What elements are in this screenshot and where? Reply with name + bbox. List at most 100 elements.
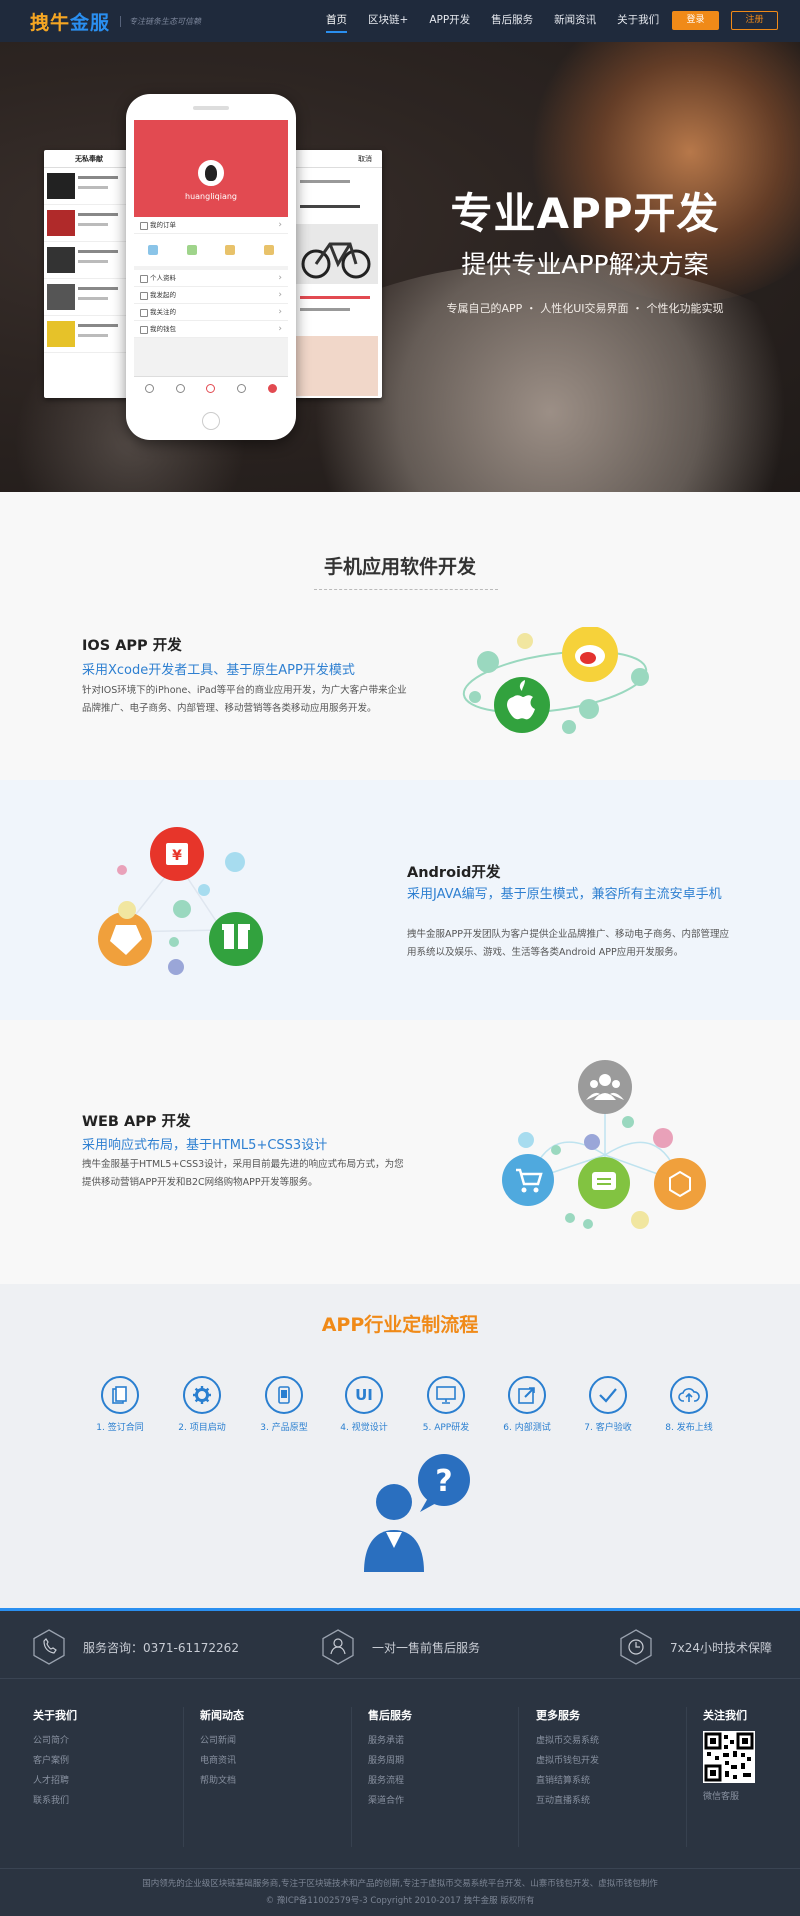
list-item bbox=[44, 168, 134, 205]
process-step: 2. 项目启动 bbox=[162, 1376, 242, 1433]
contract-icon bbox=[101, 1376, 139, 1414]
phone-tabbar bbox=[134, 376, 288, 400]
web-subtitle: 采用响应式布局，基于HTML5+CSS3设计 bbox=[82, 1138, 328, 1153]
footer-link[interactable]: 帮助文档 bbox=[200, 1771, 244, 1791]
footer-col-title: 新闻动态 bbox=[200, 1709, 244, 1722]
web-section: WEB APP 开发 采用响应式布局，基于HTML5+CSS3设计 拽牛金服基于… bbox=[0, 1020, 800, 1284]
android-title: Android开发 bbox=[407, 865, 501, 881]
footer-col-news: 新闻动态 公司新闻 电商资讯 帮助文档 bbox=[200, 1707, 244, 1791]
footer-col-about: 关于我们 公司简介 客户案例 人才招聘 联系我们 bbox=[33, 1707, 77, 1811]
nav-item-about[interactable]: 关于我们 bbox=[617, 0, 659, 42]
nav-item-home[interactable]: 首页 bbox=[326, 0, 347, 42]
process-step-label: 2. 项目启动 bbox=[178, 1423, 226, 1433]
service-one-text: 一对一售前售后服务 bbox=[372, 1640, 481, 1655]
phone-menu-orders: 我的订单 bbox=[134, 217, 288, 234]
hero-app-screen-left: 无私奉献 bbox=[44, 150, 134, 398]
login-button[interactable]: 登录 bbox=[672, 11, 719, 30]
footer-link[interactable]: 虚拟币交易系统 bbox=[536, 1731, 599, 1751]
hero-phone-mockup: huangliqiang 我的订单 个人资料 我发起的 我关注的 我的钱包 bbox=[126, 94, 296, 440]
process-section: APP行业定制流程 1. 签订合同 2. 项目启动 3. 产品原型 UI 4. … bbox=[0, 1284, 800, 1608]
nav-item-app-dev[interactable]: APP开发 bbox=[429, 0, 470, 42]
nav-item-blockchain[interactable]: 区块链+ bbox=[368, 0, 408, 42]
process-step: UI 4. 视觉设计 bbox=[324, 1376, 404, 1433]
phone-menu-profile: 个人资料 bbox=[134, 270, 288, 287]
process-title: APP行业定制流程 bbox=[321, 1314, 479, 1336]
web-description: 拽牛金服基于HTML5+CSS3设计，采用目前最先进的响应式布局方式，为您提供移… bbox=[82, 1159, 404, 1188]
hero-title: 专业APP开发 bbox=[450, 189, 720, 238]
bike-image bbox=[294, 224, 378, 284]
service-247-text: 7x24小时技术保障 bbox=[670, 1640, 773, 1655]
phone-icon bbox=[265, 1376, 303, 1414]
cloud-upload-icon bbox=[670, 1376, 708, 1414]
user-icon bbox=[268, 384, 278, 393]
process-step-label: 5. APP研发 bbox=[422, 1423, 470, 1433]
svg-text:¥: ¥ bbox=[172, 848, 182, 864]
footer-col-more: 更多服务 虚拟币交易系统 虚拟币钱包开发 直销结算系统 互动直播系统 bbox=[536, 1707, 599, 1811]
home-icon bbox=[144, 384, 154, 393]
gear-icon bbox=[183, 1376, 221, 1414]
monitor-icon bbox=[427, 1376, 465, 1414]
delivery-icon bbox=[225, 245, 236, 255]
nav-item-news[interactable]: 新闻资讯 bbox=[554, 0, 596, 42]
list-item bbox=[44, 205, 134, 242]
clock-icon bbox=[620, 1629, 652, 1665]
process-step: 1. 签订合同 bbox=[80, 1376, 160, 1433]
footer-col-title: 售后服务 bbox=[368, 1709, 412, 1722]
footer-link[interactable]: 服务承诺 bbox=[368, 1731, 412, 1751]
phone-profile-header: huangliqiang bbox=[134, 120, 288, 217]
android-illustration: ¥ bbox=[98, 827, 263, 975]
footer-link[interactable]: 互动直播系统 bbox=[536, 1791, 599, 1811]
process-step: 3. 产品原型 bbox=[244, 1376, 324, 1433]
site-header: 拽牛金服 专注链条生态可信赖 首页 区块链+ APP开发 售后服务 新闻资讯 关… bbox=[0, 0, 800, 42]
clock-icon bbox=[237, 384, 247, 393]
phone-menu-wallet: 我的钱包 bbox=[134, 321, 288, 338]
footer-link[interactable]: 直销结算系统 bbox=[536, 1771, 599, 1791]
question-person-illustration: ? bbox=[364, 1454, 470, 1572]
logo[interactable]: 拽牛金服 专注链条生态可信赖 bbox=[30, 9, 201, 34]
footer-service-phone: 服务咨询：0371-61172262 bbox=[33, 1629, 239, 1665]
footer-link[interactable]: 公司新闻 bbox=[200, 1731, 244, 1751]
check-icon bbox=[589, 1376, 627, 1414]
footer-link[interactable]: 虚拟币钱包开发 bbox=[536, 1751, 599, 1771]
footer-col-follow: 关注我们 微信客服 bbox=[703, 1707, 755, 1807]
phone-icon bbox=[33, 1629, 65, 1665]
receive-icon bbox=[263, 245, 274, 255]
process-step-label: 6. 内部测试 bbox=[503, 1423, 551, 1433]
hero-tagline: 专属自己的APP ・ 人性化UI交易界面 ・ 个性化功能实现 bbox=[446, 302, 724, 315]
footer-divider bbox=[686, 1707, 687, 1847]
footer-wechat-label[interactable]: 微信客服 bbox=[703, 1787, 755, 1807]
right-card-header: 取消 bbox=[290, 150, 382, 168]
user-icon bbox=[322, 1629, 354, 1665]
payment-icon bbox=[186, 245, 197, 255]
footer-link[interactable]: 电商资讯 bbox=[200, 1751, 244, 1771]
footer-link[interactable]: 客户案例 bbox=[33, 1751, 77, 1771]
footer-col-title: 关注我们 bbox=[703, 1709, 747, 1722]
footer-link[interactable]: 人才招聘 bbox=[33, 1771, 77, 1791]
footer-link[interactable]: 联系我们 bbox=[33, 1791, 77, 1811]
footer-link[interactable]: 渠道合作 bbox=[368, 1791, 412, 1811]
phone-order-icons bbox=[134, 234, 288, 266]
process-step: 5. APP研发 bbox=[406, 1376, 486, 1433]
phone-menu-initiated: 我发起的 bbox=[134, 287, 288, 304]
hero-banner: 无私奉献 取消 huangliqiang 我的订单 › 个人资料 › 我发起的 … bbox=[0, 42, 800, 492]
phone-home-button bbox=[202, 412, 220, 430]
footer-link[interactable]: 服务流程 bbox=[368, 1771, 412, 1791]
footer-link[interactable]: 公司简介 bbox=[33, 1731, 77, 1751]
footer-description: 国内领先的企业级区块链基础服务商,专注于区块链技术和产品的创新,专注于虚拟币交易… bbox=[142, 1879, 658, 1889]
android-subtitle: 采用JAVA编写，基于原生模式，兼容所有主流安卓手机 bbox=[407, 887, 722, 902]
footer-link[interactable]: 服务周期 bbox=[368, 1751, 412, 1771]
footer-divider bbox=[351, 1707, 352, 1847]
wallet-icon bbox=[148, 245, 159, 255]
phone-screen: huangliqiang 我的订单 个人资料 我发起的 我关注的 我的钱包 bbox=[134, 120, 288, 400]
phone-speaker bbox=[193, 106, 229, 110]
process-step-label: 3. 产品原型 bbox=[260, 1423, 308, 1433]
footer-service-247: 7x24小时技术保障 bbox=[620, 1629, 772, 1665]
footer-links: 关于我们 公司简介 客户案例 人才招聘 联系我们 新闻动态 公司新闻 电商资讯 … bbox=[0, 1678, 800, 1868]
hero-subtitle: 提供专业APP解决方案 bbox=[461, 250, 709, 279]
nav-item-after-sales[interactable]: 售后服务 bbox=[491, 0, 533, 42]
footer-col-after-sales: 售后服务 服务承诺 服务周期 服务流程 渠道合作 bbox=[368, 1707, 412, 1811]
phone-menu-following: 我关注的 bbox=[134, 304, 288, 321]
footer-divider bbox=[518, 1707, 519, 1847]
register-button[interactable]: 注册 bbox=[731, 11, 778, 30]
process-step-label: 8. 发布上线 bbox=[665, 1423, 713, 1433]
